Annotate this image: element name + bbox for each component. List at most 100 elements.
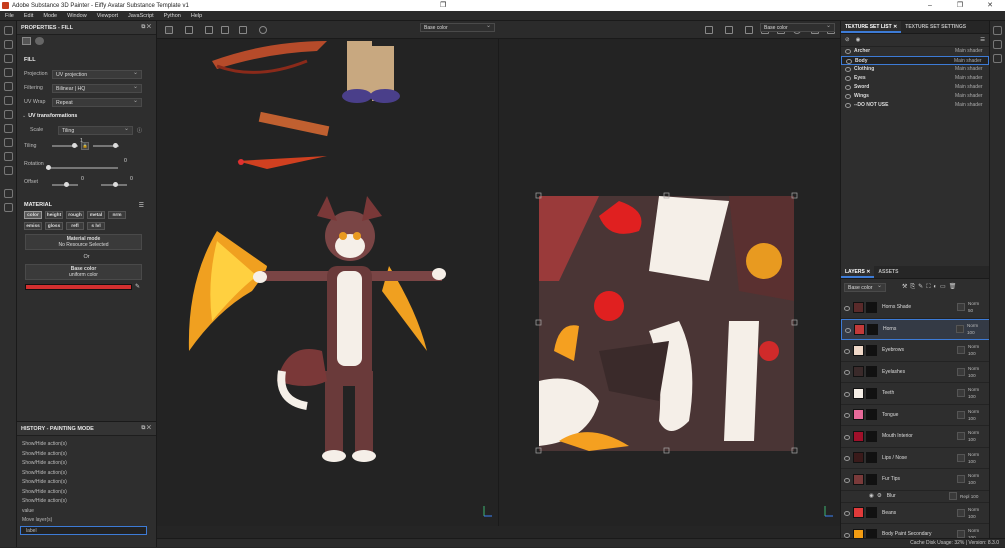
geometry-mask-icon[interactable]	[3, 68, 13, 77]
maximize-icon[interactable]: ❐	[945, 0, 975, 11]
viewport-3d[interactable]	[157, 21, 498, 526]
layer-options-box[interactable]	[957, 453, 965, 462]
material-tab-icon[interactable]	[35, 37, 44, 45]
chip-slvl[interactable]: s lvl	[87, 222, 105, 230]
viewport-channel-dropdown-left[interactable]: Base color	[420, 22, 495, 32]
opacity-value[interactable]: 100	[968, 459, 976, 464]
visibility-icon[interactable]	[844, 370, 850, 376]
blend-mode[interactable]: Norm	[968, 452, 979, 457]
layer-row[interactable]: Eyelashes Norm 100	[841, 362, 990, 383]
minimize-icon[interactable]: –	[915, 0, 945, 11]
history-icon[interactable]	[259, 26, 267, 34]
opacity-value[interactable]: 50	[968, 308, 973, 313]
menu-file[interactable]: File	[0, 13, 19, 19]
blend-mode[interactable]: Norm	[968, 507, 979, 512]
grid-view-icon[interactable]	[165, 26, 173, 34]
layer-row[interactable]: Lips / Nose Norm 100	[841, 448, 990, 469]
scale-dropdown[interactable]: Tiling	[58, 125, 133, 135]
layer-tools-icon[interactable]: ⚒⎘✎⛶◐▭🗑	[902, 283, 959, 291]
base-color-button[interactable]: Base color uniform color	[25, 264, 142, 280]
visibility-icon[interactable]	[844, 477, 850, 483]
visibility-icon[interactable]	[844, 391, 850, 397]
layer-options-box[interactable]	[957, 367, 965, 376]
info-icon[interactable]: ⓘ	[137, 127, 142, 134]
menu-icon[interactable]: ☰	[980, 37, 985, 43]
history-item[interactable]: value	[17, 507, 156, 517]
projection-dropdown[interactable]: UV projection	[52, 69, 142, 79]
menu-edit[interactable]: Edit	[19, 13, 38, 19]
eye-toggle-icon[interactable]: ◉	[856, 37, 861, 43]
list-icon[interactable]: ☰	[139, 202, 144, 209]
shader-name[interactable]: Main shader	[955, 101, 989, 110]
menu-mode[interactable]: Mode	[38, 13, 62, 19]
tiling-slider-2[interactable]	[93, 143, 119, 148]
chip-gloss[interactable]: gloss	[45, 222, 63, 230]
chip-color[interactable]: color	[24, 211, 42, 219]
layer-row[interactable]: Mouth Interior Norm 100	[841, 426, 990, 448]
opacity-value[interactable]: 100	[968, 437, 976, 442]
color-swatch[interactable]	[25, 283, 132, 290]
tab-texture-set-settings[interactable]: TEXTURE SET SETTINGS	[901, 21, 970, 33]
chip-height[interactable]: height	[45, 211, 63, 219]
view-2d3d-icon[interactable]	[745, 26, 753, 34]
close-history-icon[interactable]: ⧉ ✕	[141, 425, 151, 432]
restore-small-icon[interactable]: ❐	[440, 1, 446, 9]
chip-nrm[interactable]: nrm	[108, 211, 126, 219]
layer-row[interactable]: Teeth Norm 100	[841, 383, 990, 405]
blend-mode[interactable]: Norm	[967, 323, 978, 328]
tab-layers[interactable]: LAYERS ✕	[841, 266, 875, 278]
shader-name[interactable]: Main shader	[955, 74, 989, 83]
layer-channel-dropdown[interactable]: Base color	[844, 282, 886, 292]
close-panel-icon[interactable]: ⧉ ✕	[141, 24, 151, 31]
layer-options-box[interactable]	[957, 303, 965, 312]
fill-tab-icon[interactable]	[22, 37, 31, 45]
visibility-icon[interactable]	[844, 413, 850, 419]
menu-help[interactable]: Help	[186, 13, 207, 19]
opacity-value[interactable]: 100	[968, 514, 976, 519]
layer-options-box[interactable]	[957, 432, 965, 441]
layer-row[interactable]: ◉ ⚙ Blur Repl 100	[841, 491, 990, 503]
close-layers-tab-icon[interactable]: ✕	[866, 269, 870, 275]
layer-row[interactable]: Horns Norm 100	[841, 318, 990, 340]
opacity-value[interactable]: 100	[971, 494, 979, 499]
visibility-icon[interactable]	[844, 532, 850, 538]
mirror-icon[interactable]	[221, 26, 229, 34]
display-dock-icon[interactable]	[993, 54, 1002, 63]
visibility-icon[interactable]	[844, 456, 850, 462]
close-tab-icon[interactable]: ✕	[893, 24, 897, 30]
hide-icon[interactable]	[705, 26, 713, 34]
layer-options-box[interactable]	[957, 389, 965, 398]
history-item[interactable]: Show/Hide action(s)	[17, 488, 156, 498]
blend-mode[interactable]: Norm	[968, 473, 979, 478]
uv-wrap-dropdown[interactable]: Repeat	[52, 97, 142, 107]
layer-options-box[interactable]	[957, 346, 965, 355]
chip-emiss[interactable]: emiss	[24, 222, 42, 230]
pause-icon[interactable]	[725, 26, 733, 34]
polygon-fill-icon[interactable]	[3, 152, 13, 161]
shader-name[interactable]: Main shader	[954, 57, 988, 64]
visibility-icon[interactable]: ◉	[869, 493, 874, 499]
collapse-icon[interactable]: ⌄	[22, 113, 26, 119]
layer-row[interactable]: Horns Shade Norm 50	[841, 297, 990, 319]
tiling-slider[interactable]	[52, 143, 78, 148]
display-settings-icon[interactable]	[3, 203, 13, 212]
texture-set-row[interactable]: Clothing Main shader	[841, 65, 989, 74]
fill-icon[interactable]	[3, 138, 13, 147]
history-item[interactable]: label	[20, 525, 147, 535]
rotation-slider[interactable]	[46, 165, 118, 170]
shelf-icon[interactable]	[3, 189, 13, 198]
menu-viewport[interactable]: Viewport	[92, 13, 123, 19]
viewport-2d[interactable]	[498, 21, 840, 526]
blend-mode[interactable]: Norm	[968, 301, 979, 306]
eraser-icon[interactable]	[3, 40, 13, 49]
eyedropper-icon[interactable]: ✎	[135, 283, 140, 290]
history-item[interactable]: Show/Hide action(s)	[17, 478, 156, 488]
camera-mode-icon[interactable]	[239, 26, 247, 34]
viewport-channel-dropdown-right[interactable]: Base color	[760, 22, 835, 32]
color-picker-icon[interactable]	[3, 110, 13, 119]
history-item[interactable]: Show/Hide action(s)	[17, 450, 156, 460]
shader-name[interactable]: Main shader	[955, 65, 989, 74]
history-item[interactable]: Move layer(s)	[17, 516, 156, 526]
opacity-value[interactable]: 100	[968, 480, 976, 485]
menu-window[interactable]: Window	[62, 13, 92, 19]
